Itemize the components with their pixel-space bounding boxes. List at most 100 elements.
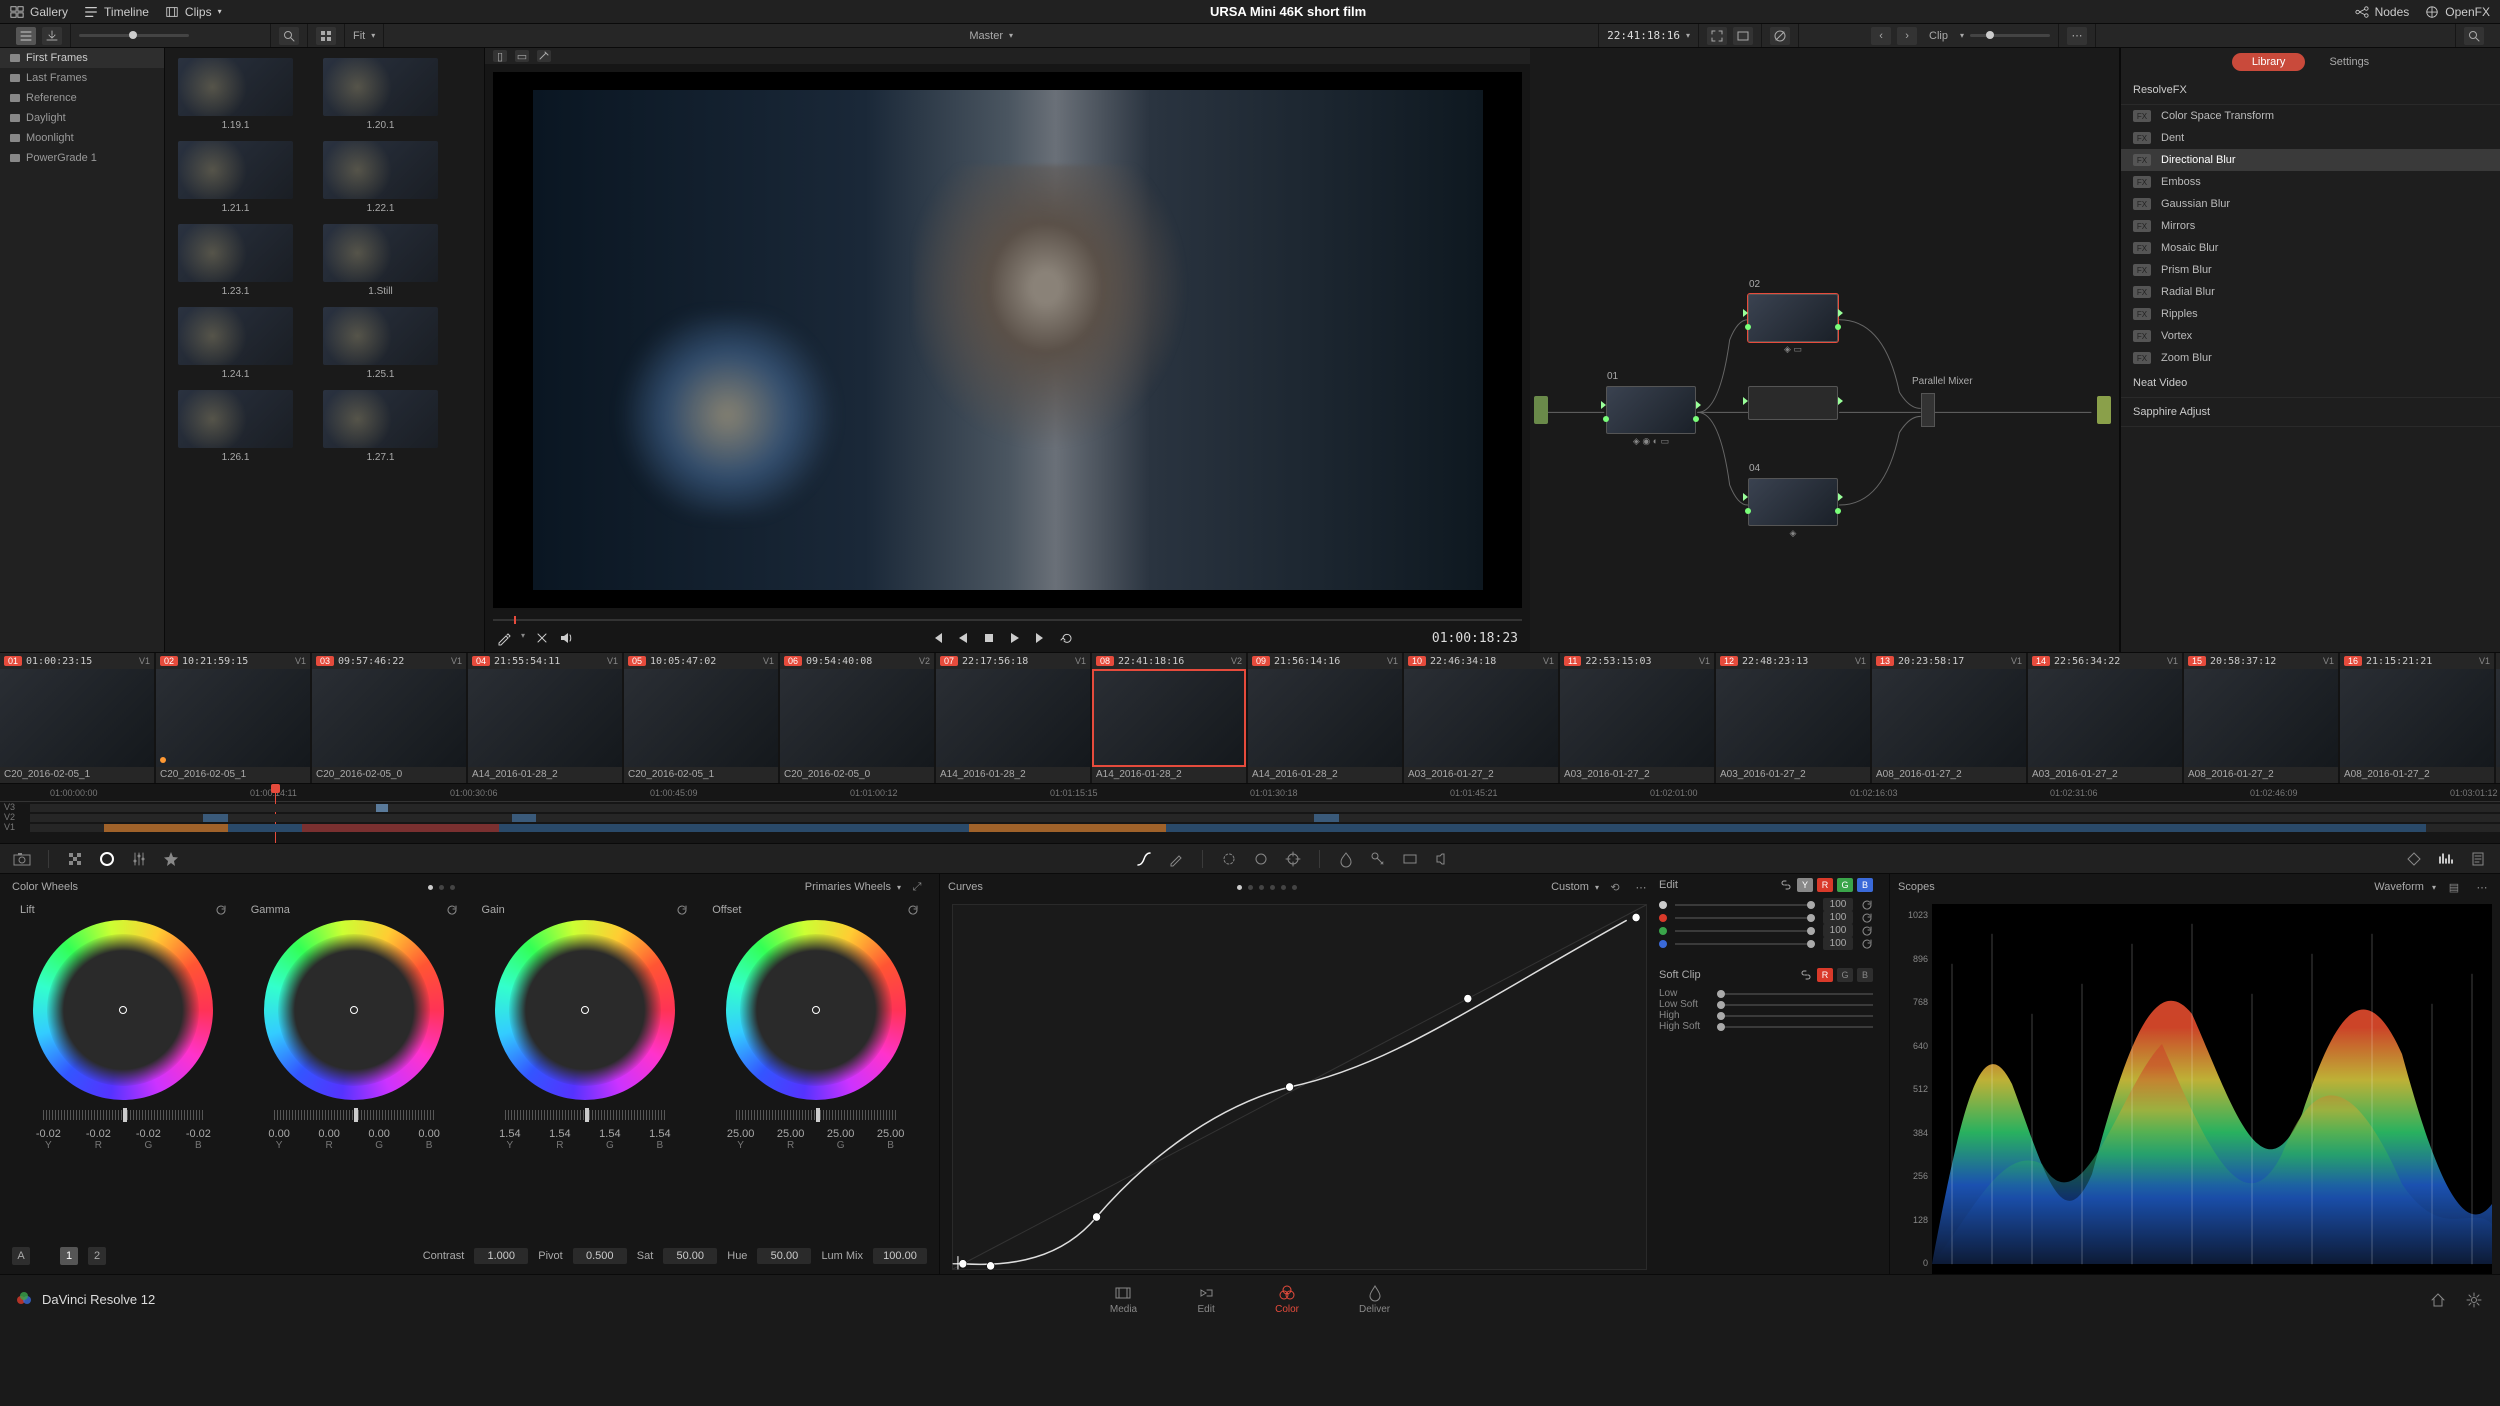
gallery-folder[interactable]: First Frames — [0, 48, 164, 68]
wheel-indicator[interactable] — [350, 1006, 358, 1014]
fx-item[interactable]: FXVortex — [2121, 325, 2500, 347]
fx-item[interactable]: FXZoom Blur — [2121, 347, 2500, 369]
fx-item[interactable]: FXDent — [2121, 127, 2500, 149]
timeline-clip[interactable]: 1022:46:34:18V1A03_2016-01-27_2 — [1404, 653, 1558, 783]
timeline-clip[interactable]: 0722:17:56:18V1A14_2016-01-28_2 — [936, 653, 1090, 783]
scopes-mode[interactable]: Waveform — [2374, 881, 2424, 893]
master-wheel-strip[interactable] — [274, 1110, 434, 1120]
reset-icon[interactable] — [1861, 938, 1873, 950]
timeline-clip[interactable]: 1422:56:34:22V1A03_2016-01-27_2 — [2028, 653, 2182, 783]
channel-value[interactable]: 100 — [1823, 911, 1853, 924]
fx-item[interactable]: FXRipples — [2121, 303, 2500, 325]
timeline-clip[interactable]: 1520:58:37:12V1A08_2016-01-27_2 — [2184, 653, 2338, 783]
reset-icon[interactable] — [676, 904, 688, 916]
export-still-button[interactable] — [42, 27, 62, 45]
wheel-value[interactable]: 1.54 — [638, 1128, 682, 1140]
timeline-clip[interactable]: 0210:21:59:15V1C20_2016-02-05_1 — [156, 653, 310, 783]
color-wheel[interactable] — [726, 920, 906, 1100]
thumbnail-timeline[interactable]: 0101:00:23:15V1C20_2016-02-05_10210:21:5… — [0, 652, 2500, 784]
wheel-value[interactable]: 0.00 — [407, 1128, 451, 1140]
sc-channel-b[interactable]: B — [1857, 968, 1873, 982]
gallery-thumb[interactable]: 1.20.1 — [318, 58, 443, 131]
node-02[interactable]: 02 ◈ ▭ — [1748, 294, 1838, 342]
link-icon[interactable] — [1799, 968, 1813, 982]
blur-button[interactable] — [1336, 849, 1356, 869]
gallery-folder[interactable]: Last Frames — [0, 68, 164, 88]
prev-node-button[interactable]: ‹ — [1871, 27, 1891, 45]
channel-value[interactable]: 100 — [1823, 898, 1853, 911]
stereo-button[interactable] — [1432, 849, 1452, 869]
page-2-button[interactable]: 2 — [88, 1247, 106, 1265]
softclip-slider[interactable] — [1717, 1004, 1873, 1006]
timeline-clip[interactable]: 0609:54:40:08V2C20_2016-02-05_0 — [780, 653, 934, 783]
timeline-clip[interactable]: 1720:44:10:09V1A08_2016-01-27_2 — [2496, 653, 2500, 783]
wheel-value[interactable]: -0.02 — [76, 1128, 120, 1140]
rgb-mixer-button[interactable] — [129, 849, 149, 869]
master-wheel-strip[interactable] — [505, 1110, 665, 1120]
softclip-slider[interactable] — [1717, 1015, 1873, 1017]
search-button[interactable] — [279, 27, 299, 45]
wheel-value[interactable]: -0.02 — [26, 1128, 70, 1140]
fx-section-neat[interactable]: Neat Video — [2121, 369, 2500, 398]
fx-item[interactable]: FXRadial Blur — [2121, 281, 2500, 303]
wheel-value[interactable]: -0.02 — [176, 1128, 220, 1140]
color-wheel[interactable] — [264, 920, 444, 1100]
fx-item[interactable]: FXGaussian Blur — [2121, 193, 2500, 215]
gallery-folder[interactable]: PowerGrade 1 — [0, 148, 164, 168]
sc-channel-r[interactable]: R — [1817, 968, 1833, 982]
node-zoom-slider[interactable] — [1970, 34, 2050, 37]
gallery-folder[interactable]: Reference — [0, 88, 164, 108]
reset-icon[interactable] — [907, 904, 919, 916]
highlight-button[interactable] — [537, 50, 551, 62]
graph-output[interactable] — [2097, 396, 2111, 424]
next-node-button[interactable]: › — [1897, 27, 1917, 45]
channel-value[interactable]: 100 — [1823, 924, 1853, 937]
softclip-slider[interactable] — [1717, 1026, 1873, 1028]
color-match-button[interactable] — [65, 849, 85, 869]
wheel-indicator[interactable] — [119, 1006, 127, 1014]
fx-item[interactable]: FXMirrors — [2121, 215, 2500, 237]
clips-menu[interactable]: Clips ▾ — [165, 5, 222, 19]
curves-mode[interactable]: Custom — [1551, 881, 1589, 893]
window-button[interactable] — [1251, 849, 1271, 869]
viewer-mode[interactable]: Master — [969, 30, 1003, 42]
lummix-input[interactable] — [873, 1248, 927, 1264]
wheel-value[interactable]: 0.00 — [257, 1128, 301, 1140]
timeline-clip[interactable]: 0822:41:18:16V2A14_2016-01-28_2 — [1092, 653, 1246, 783]
page-a-button[interactable]: A — [12, 1247, 30, 1265]
reset-icon[interactable] — [1861, 899, 1873, 911]
nav-deliver[interactable]: Deliver — [1359, 1284, 1390, 1315]
last-frame-button[interactable] — [1034, 631, 1048, 645]
channel-slider[interactable] — [1675, 917, 1815, 919]
wheel-value[interactable]: 0.00 — [357, 1128, 401, 1140]
gallery-thumb[interactable]: 1.22.1 — [318, 141, 443, 214]
nav-edit[interactable]: Edit — [1197, 1284, 1215, 1315]
close-icon[interactable] — [535, 631, 549, 645]
fx-section-sapphire[interactable]: Sapphire Adjust — [2121, 398, 2500, 427]
key-button[interactable] — [1368, 849, 1388, 869]
stop-button[interactable] — [982, 631, 996, 645]
channel-g[interactable]: G — [1837, 878, 1853, 892]
curves-options[interactable]: ⋯ — [1631, 877, 1651, 897]
color-wheel[interactable] — [495, 920, 675, 1100]
timeline-clip[interactable]: 0421:55:54:11V1A14_2016-01-28_2 — [468, 653, 622, 783]
gallery-thumb[interactable]: 1.21.1 — [173, 141, 298, 214]
wheel-value[interactable]: -0.02 — [126, 1128, 170, 1140]
parallel-mixer[interactable]: Parallel Mixer — [1921, 393, 1935, 427]
thumb-size-slider[interactable] — [79, 34, 189, 37]
channel-y[interactable]: Y — [1797, 878, 1813, 892]
play-button[interactable] — [1008, 631, 1022, 645]
channel-b[interactable]: B — [1857, 878, 1873, 892]
timeline-clip[interactable]: 0510:05:47:02V1C20_2016-02-05_1 — [624, 653, 778, 783]
fx-item[interactable]: FXDirectional Blur — [2121, 149, 2500, 171]
gallery-thumb[interactable]: 1.Still — [318, 224, 443, 297]
fx-item[interactable]: FXMosaic Blur — [2121, 237, 2500, 259]
mini-timeline[interactable]: 01:00:00:0001:00:14:1101:00:30:0601:00:4… — [0, 784, 2500, 844]
hue-input[interactable] — [757, 1248, 811, 1264]
wheel-value[interactable]: 1.54 — [588, 1128, 632, 1140]
scopes-options[interactable]: ⋯ — [2472, 877, 2492, 897]
nav-media[interactable]: Media — [1110, 1284, 1137, 1315]
scopes-button[interactable] — [2436, 849, 2456, 869]
wheel-value[interactable]: 25.00 — [869, 1128, 913, 1140]
node-03[interactable] — [1748, 386, 1838, 420]
